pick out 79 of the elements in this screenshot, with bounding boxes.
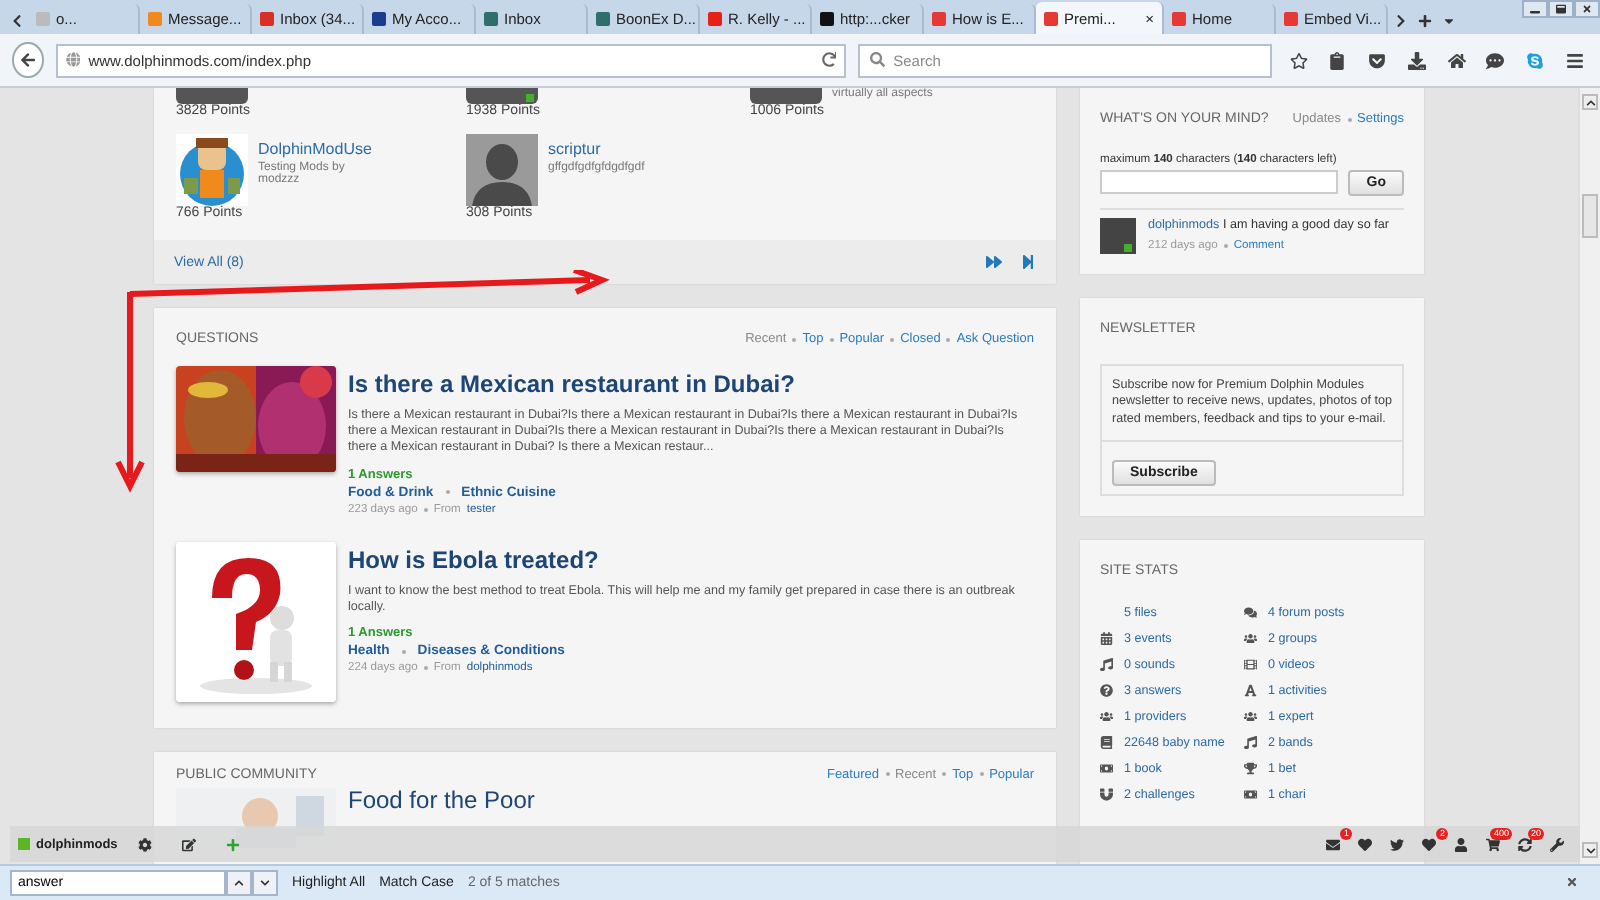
bookmark-star-icon[interactable] — [1289, 51, 1308, 69]
mail-icon[interactable] — [1325, 837, 1339, 851]
close-icon — [1582, 4, 1592, 14]
banknote-icon — [1100, 762, 1113, 776]
skip-to-end-icon[interactable] — [1020, 254, 1036, 270]
scroll-down-button[interactable] — [1582, 842, 1598, 858]
question-title[interactable]: How is Ebola treated? — [348, 545, 1034, 574]
member-name[interactable]: DolphinModUse — [258, 140, 368, 158]
magnet-icon — [1100, 788, 1113, 802]
skype-icon[interactable] — [1525, 51, 1544, 69]
caret-icon — [1441, 13, 1455, 27]
reload-icon[interactable] — [821, 52, 837, 68]
post-title[interactable]: Food for the Poor — [348, 787, 535, 814]
favicon-icon — [484, 12, 498, 26]
scroll-up-button[interactable] — [1582, 94, 1598, 110]
sync-icon[interactable] — [1517, 837, 1531, 851]
scrollbar[interactable] — [1578, 88, 1600, 864]
favicon-icon — [932, 12, 946, 26]
favicon-icon — [36, 12, 50, 26]
favicon-icon — [708, 12, 722, 26]
users-icon — [1244, 710, 1257, 724]
previous-match-button[interactable] — [226, 870, 252, 896]
back-button[interactable] — [12, 42, 44, 78]
letter-icon — [1244, 684, 1257, 698]
pocket-icon[interactable] — [1368, 51, 1387, 69]
banknote-icon — [1244, 788, 1257, 802]
users-icon — [1100, 710, 1113, 724]
close-button[interactable] — [1574, 0, 1600, 18]
chevron-up-icon — [234, 878, 244, 888]
favicon-icon — [596, 12, 610, 26]
maximize-button[interactable] — [1548, 0, 1574, 18]
question-icon — [1100, 684, 1113, 698]
favicon-icon — [1172, 12, 1186, 26]
maximize-icon — [1556, 4, 1566, 14]
chevron-right-icon — [1393, 13, 1407, 27]
globe-icon — [65, 52, 81, 68]
music-note-icon — [1244, 736, 1257, 750]
favicon-icon — [1284, 12, 1298, 26]
back-arrow-icon — [19, 52, 36, 68]
chevron-up-icon — [1585, 97, 1595, 107]
plus-icon — [1417, 13, 1431, 27]
chevron-down-icon — [260, 878, 270, 888]
member-name[interactable]: scriptur — [548, 140, 658, 158]
user-icon[interactable] — [1453, 837, 1467, 851]
user-silhouette-icon — [466, 134, 538, 206]
wrench-icon[interactable] — [1549, 837, 1563, 851]
scroll-thumb[interactable] — [1582, 194, 1598, 238]
comments-icon — [1244, 606, 1257, 620]
calendar-icon — [1100, 632, 1113, 646]
chat-icon[interactable] — [1486, 51, 1505, 69]
chevron-left-icon — [9, 13, 23, 27]
favicon-icon — [260, 12, 274, 26]
next-match-button[interactable] — [252, 870, 278, 896]
chevron-down-icon — [1585, 845, 1595, 855]
close-icon[interactable] — [1566, 875, 1578, 887]
users-icon — [1244, 632, 1257, 646]
book-icon — [1100, 736, 1113, 750]
heart-icon[interactable] — [1421, 837, 1435, 851]
status-input[interactable] — [1100, 170, 1339, 194]
favicon-icon — [372, 12, 386, 26]
cart-icon[interactable] — [1485, 837, 1499, 851]
question-title[interactable]: Is there a Mexican restaurant in Dubai? — [348, 370, 1034, 398]
search-icon — [870, 52, 886, 68]
favicon-icon — [148, 12, 162, 26]
favicon-icon — [820, 12, 834, 26]
bird-icon[interactable] — [1389, 837, 1403, 851]
minimize-button[interactable] — [1522, 0, 1548, 18]
film-icon — [1244, 658, 1257, 672]
edit-icon[interactable] — [182, 837, 197, 851]
fast-forward-icon[interactable] — [986, 254, 1002, 270]
download-icon[interactable] — [1407, 51, 1426, 69]
clipboard-icon[interactable] — [1328, 51, 1347, 69]
settings-icon[interactable] — [138, 837, 153, 851]
trophy-icon — [1244, 762, 1257, 776]
heart-icon[interactable] — [1357, 837, 1371, 851]
home-icon[interactable] — [1447, 51, 1466, 69]
favicon-icon — [1044, 11, 1058, 25]
menu-icon[interactable] — [1565, 51, 1584, 69]
music-note-icon — [1100, 658, 1113, 672]
